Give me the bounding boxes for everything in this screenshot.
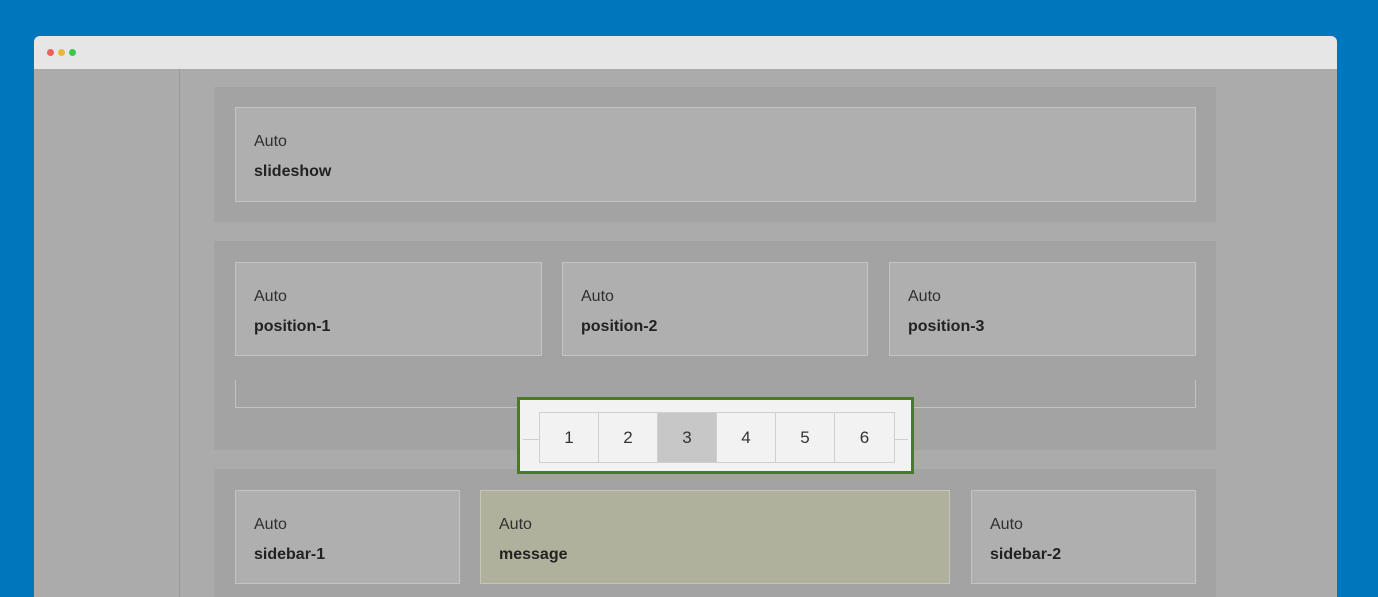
module-size-label: Auto [254, 516, 287, 533]
module-position-3[interactable]: Auto position-3 [889, 262, 1196, 356]
layout-row-3: Auto sidebar-1 Auto message Auto sidebar… [214, 469, 1216, 597]
module-name: position-1 [254, 318, 331, 335]
sidebar-divider [179, 69, 180, 597]
module-size-label: Auto [499, 516, 532, 533]
minimize-window-button[interactable] [58, 49, 65, 56]
module-name: slideshow [254, 163, 332, 180]
column-count-selector: 1 2 3 4 5 6 [517, 397, 914, 474]
module-name: message [499, 546, 568, 563]
layout-row-1: Auto slideshow [214, 87, 1216, 222]
close-window-button[interactable] [47, 49, 54, 56]
module-size-label: Auto [254, 288, 287, 305]
module-name: position-2 [581, 318, 658, 335]
maximize-window-button[interactable] [69, 49, 76, 56]
browser-window: Auto slideshow Auto position-1 Auto posi… [34, 36, 1337, 597]
module-size-label: Auto [581, 288, 614, 305]
window-titlebar [34, 36, 1337, 69]
module-sidebar-1[interactable]: Auto sidebar-1 [235, 490, 460, 584]
pagination: 1 2 3 4 5 6 [539, 412, 895, 463]
module-size-label: Auto [908, 288, 941, 305]
module-size-label: Auto [254, 133, 287, 150]
module-position-2[interactable]: Auto position-2 [562, 262, 868, 356]
page-button-1[interactable]: 1 [540, 413, 599, 462]
module-size-label: Auto [990, 516, 1023, 533]
module-sidebar-2[interactable]: Auto sidebar-2 [971, 490, 1196, 584]
layout-canvas: Auto slideshow Auto position-1 Auto posi… [34, 69, 1337, 597]
page-button-2[interactable]: 2 [599, 413, 658, 462]
module-name: sidebar-1 [254, 546, 326, 563]
page-button-3[interactable]: 3 [658, 413, 717, 462]
module-name: position-3 [908, 318, 985, 335]
page-button-4[interactable]: 4 [717, 413, 776, 462]
module-message[interactable]: Auto message [480, 490, 950, 584]
module-position-1[interactable]: Auto position-1 [235, 262, 542, 356]
page-button-5[interactable]: 5 [776, 413, 835, 462]
module-name: sidebar-2 [990, 546, 1062, 563]
page-button-6[interactable]: 6 [835, 413, 894, 462]
module-slideshow[interactable]: Auto slideshow [235, 107, 1196, 202]
